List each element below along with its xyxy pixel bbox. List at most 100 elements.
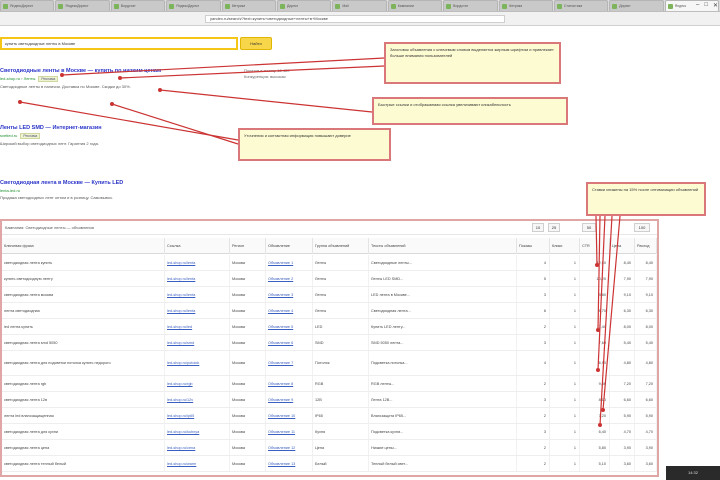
cell-ad[interactable]: Объявление 13	[266, 456, 313, 471]
result-url[interactable]: lenta-led.ru	[0, 188, 123, 193]
table-row[interactable]: лента led влагозащищенная led-shop.ru/ip6…	[2, 408, 657, 424]
close-icon[interactable]: ✕	[713, 2, 718, 9]
column-header[interactable]: Объявление	[266, 238, 313, 254]
page-size-button[interactable]: 10	[532, 223, 544, 232]
browser-tab[interactable]: Статистика	[553, 0, 609, 11]
cell-link[interactable]: led-shop.ru/smd	[165, 335, 230, 350]
table-row[interactable]: светодиодная лента rgb led-shop.ru/rgb Мос…	[2, 376, 657, 392]
table-row[interactable]: светодиодная лента москва led-shop.ru/len…	[2, 287, 657, 303]
cell-ctr: 6,40	[580, 424, 610, 439]
browser-tab[interactable]: Mail	[332, 0, 387, 11]
cell-link[interactable]: led-shop.ru/lenta	[165, 287, 230, 302]
tab-title: ЯндексДирект	[65, 4, 89, 8]
cell-shows: 6	[517, 303, 550, 318]
column-header[interactable]: CTR	[580, 238, 610, 254]
cell-link[interactable]: led-shop.ru/potolok	[165, 351, 230, 375]
column-header[interactable]: Ключевая фраза	[2, 238, 165, 254]
side-info-line: Конкуренция: высокая	[244, 74, 286, 79]
result-url[interactable]: svetled.ru Реклама	[0, 133, 102, 139]
cell-ad[interactable]: Объявление 9	[266, 392, 313, 407]
table-row[interactable]: led лента купить led-shop.ru/led Москва Объ…	[2, 319, 657, 335]
table-row[interactable]: светодиодная лента для подсветки потолка…	[2, 351, 657, 376]
page-size-button[interactable]: 100	[634, 223, 650, 232]
cell-ad[interactable]: Объявление 12	[266, 440, 313, 455]
cell-link[interactable]: led-shop.ru/warm	[165, 456, 230, 471]
cell-ad[interactable]: Объявление 6	[266, 335, 313, 350]
table-row[interactable]: купить светодиодную ленту led-shop.ru/len…	[2, 271, 657, 287]
page-size-button[interactable]: 25	[548, 223, 560, 232]
breadcrumb: Кампания: Светодиодные ленты — объявлени…	[5, 225, 94, 230]
cell-ad[interactable]: Объявление 11	[266, 424, 313, 439]
table-row[interactable]: лента светодиодная led-shop.ru/lenta Москв…	[2, 303, 657, 319]
browser-tab[interactable]: ЯндексДирект	[166, 0, 221, 11]
table-row[interactable]: светодиодная лента купить led-shop.ru/len…	[2, 255, 657, 271]
cell-link[interactable]: led-shop.ru/12v	[165, 392, 230, 407]
table-row[interactable]: светодиодная лента теплый белый led-shop.…	[2, 456, 657, 472]
result-title[interactable]: Светодиодная лента в Москве — Купить LED	[0, 180, 123, 186]
column-header[interactable]: Тексты объявлений	[369, 238, 517, 254]
browser-tab[interactable]: ЯндексДирект	[0, 0, 55, 11]
arrow-head	[110, 102, 114, 106]
column-header[interactable]: Показы	[517, 238, 550, 254]
column-header[interactable]: Регион	[230, 238, 266, 254]
tab-favicon-icon	[612, 3, 618, 9]
cell-ad[interactable]: Объявление 7	[266, 351, 313, 375]
cell-shows: 2	[517, 456, 550, 471]
table-row[interactable]: светодиодная лента цена led-shop.ru/cena М…	[2, 440, 657, 456]
cell-clicks: 1	[550, 287, 580, 302]
cell-ad[interactable]: Объявление 4	[266, 303, 313, 318]
table-row[interactable]: светодиодная лента smd 5050 led-shop.ru/s…	[2, 335, 657, 351]
search-input[interactable]: купить светодиодные ленты в Москве	[0, 37, 238, 50]
result-title[interactable]: Ленты LED SMD — Интернет-магазин	[0, 125, 102, 131]
browser-tab[interactable]: Директ	[276, 0, 332, 11]
cell-price: 7,90	[610, 271, 635, 286]
cell-link[interactable]: led-shop.ru/rgb	[165, 376, 230, 391]
browser-tab[interactable]: Метрика	[498, 0, 553, 11]
cell-shows: 4	[517, 351, 550, 375]
tab-title: Вордстат	[453, 4, 469, 8]
table-row[interactable]: светодиодная лента для кухни led-shop.ru/…	[2, 424, 657, 440]
table-row[interactable]: светодиодная лента 12в led-shop.ru/12v Мос…	[2, 392, 657, 408]
page-size-button[interactable]: 50	[582, 223, 596, 232]
column-header[interactable]: Группа объявлений	[313, 238, 369, 254]
cell-text: Теплый белый свет...	[369, 456, 517, 471]
column-header[interactable]: Расход	[635, 238, 657, 254]
cell-cost: 9,10	[635, 287, 657, 302]
url-field[interactable]: yandex.ru/search/?text=купить+светодиодн…	[205, 15, 505, 23]
maximize-icon[interactable]: □	[704, 2, 708, 9]
table-body: светодиодная лента купить led-shop.ru/len…	[2, 255, 657, 472]
browser-tab[interactable]: Вордстат	[110, 0, 166, 11]
cell-ad[interactable]: Объявление 8	[266, 376, 313, 391]
result-url-text[interactable]: svetled.ru	[0, 133, 17, 138]
cell-link[interactable]: led-shop.ru/cena	[165, 440, 230, 455]
column-header[interactable]: Цена	[610, 238, 635, 254]
browser-tab[interactable]: Метрика	[221, 0, 276, 11]
cell-ad[interactable]: Объявление 3	[266, 287, 313, 302]
cell-price: 4,80	[610, 351, 635, 375]
cell-link[interactable]: led-shop.ru/lenta	[165, 303, 230, 318]
search-result: Светодиодные ленты в Москве — купить по …	[0, 68, 161, 89]
cell-link[interactable]: led-shop.ru/ip65	[165, 408, 230, 423]
result-url[interactable]: led-shop.ru › Ленты Реклама	[0, 76, 161, 82]
cell-ad[interactable]: Объявление 1	[266, 255, 313, 270]
cell-ad[interactable]: Объявление 5	[266, 319, 313, 334]
result-url-text[interactable]: led-shop.ru › Ленты	[0, 76, 35, 81]
cell-cost: 3,90	[635, 440, 657, 455]
cell-ad[interactable]: Объявление 2	[266, 271, 313, 286]
minimize-icon[interactable]: –	[696, 2, 699, 9]
cell-link[interactable]: led-shop.ru/lenta	[165, 255, 230, 270]
cell-shows: 3	[517, 287, 550, 302]
browser-tab[interactable]: Директ	[609, 0, 664, 11]
result-title[interactable]: Светодиодные ленты в Москве — купить по …	[0, 68, 161, 74]
cell-ad[interactable]: Объявление 10	[266, 408, 313, 423]
browser-tab[interactable]: ЯндексДирект	[55, 0, 110, 11]
cell-shows: 2	[517, 376, 550, 391]
cell-link[interactable]: led-shop.ru/led	[165, 319, 230, 334]
column-header[interactable]: Ссылка	[165, 238, 230, 254]
browser-tab[interactable]: Кампании	[387, 0, 443, 11]
browser-tab[interactable]: Вордстат	[443, 0, 498, 11]
cell-link[interactable]: led-shop.ru/kuhnya	[165, 424, 230, 439]
search-button[interactable]: Найти	[240, 37, 272, 50]
column-header[interactable]: Клики	[550, 238, 580, 254]
cell-link[interactable]: led-shop.ru/lenta	[165, 271, 230, 286]
